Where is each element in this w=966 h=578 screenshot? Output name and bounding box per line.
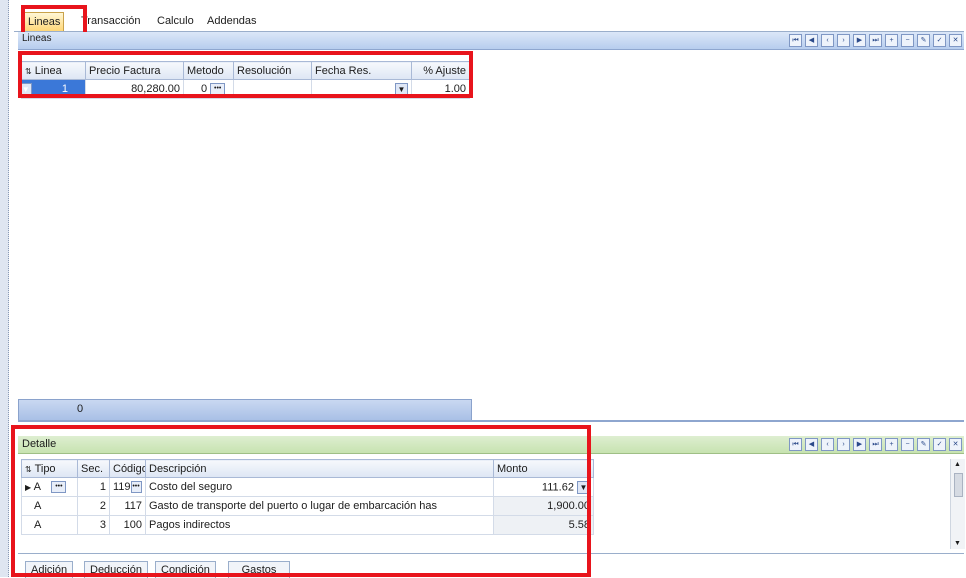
highlight-lineas-box (18, 51, 473, 98)
detalle-nav-buttons: ⏮ ◀ ‹ › ▶ ⏭ + − ✎ ✓ ✕ (789, 438, 962, 451)
delete-record-icon[interactable]: − (901, 34, 914, 47)
delete-record-icon[interactable]: − (901, 438, 914, 451)
tab-addendas[interactable]: Addendas (204, 12, 260, 30)
scroll-thumb[interactable] (954, 473, 963, 497)
lineas-toolbar: Lineas ⏮ ◀ ‹ › ▶ ⏭ + − ✎ ✓ ✕ (18, 32, 964, 50)
detalle-vertical-scrollbar[interactable]: ▲ ▼ (950, 459, 965, 549)
last-record-icon[interactable]: ⏭ (869, 438, 882, 451)
first-record-icon[interactable]: ⏮ (789, 34, 802, 47)
main-tabstrip: Lineas Transacción Calculo Addendas (14, 10, 964, 32)
prev-record-icon[interactable]: ‹ (821, 438, 834, 451)
edit-record-icon[interactable]: ✎ (917, 438, 930, 451)
highlight-detalle-box (11, 425, 591, 577)
edit-record-icon[interactable]: ✎ (917, 34, 930, 47)
footer-total: 0 (77, 403, 84, 415)
save-record-icon[interactable]: ✓ (933, 34, 946, 47)
left-splitter (0, 0, 9, 577)
lineas-footer: 0 (18, 399, 472, 421)
next-record-icon[interactable]: › (837, 438, 850, 451)
cancel-record-icon[interactable]: ✕ (949, 438, 962, 451)
scroll-up-icon[interactable]: ▲ (954, 461, 961, 468)
next-record-icon[interactable]: › (837, 34, 850, 47)
next-page-icon[interactable]: ▶ (853, 34, 866, 47)
panel-splitter[interactable] (18, 420, 964, 422)
lineas-panel-title: Lineas (22, 33, 52, 44)
scroll-down-icon[interactable]: ▼ (954, 540, 961, 547)
tab-calculo[interactable]: Calculo (154, 12, 197, 30)
lineas-nav-buttons: ⏮ ◀ ‹ › ▶ ⏭ + − ✎ ✓ ✕ (789, 34, 962, 47)
first-record-icon[interactable]: ⏮ (789, 438, 802, 451)
add-record-icon[interactable]: + (885, 34, 898, 47)
save-record-icon[interactable]: ✓ (933, 438, 946, 451)
add-record-icon[interactable]: + (885, 438, 898, 451)
cancel-record-icon[interactable]: ✕ (949, 34, 962, 47)
prev-page-icon[interactable]: ◀ (805, 34, 818, 47)
next-page-icon[interactable]: ▶ (853, 438, 866, 451)
last-record-icon[interactable]: ⏭ (869, 34, 882, 47)
prev-page-icon[interactable]: ◀ (805, 438, 818, 451)
prev-record-icon[interactable]: ‹ (821, 34, 834, 47)
tab-transaccion[interactable]: Transacción (78, 12, 144, 30)
